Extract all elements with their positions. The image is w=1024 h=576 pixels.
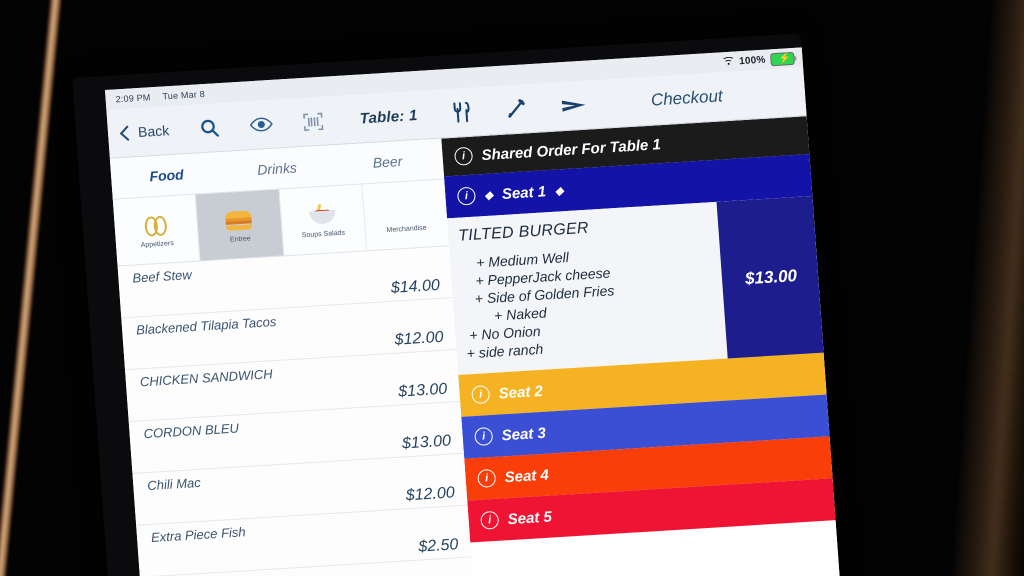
diamond-left-icon: ◆ <box>484 189 494 202</box>
info-icon[interactable]: i <box>456 186 477 206</box>
info-icon[interactable]: i <box>453 146 474 166</box>
back-button-label: Back <box>137 122 170 141</box>
menu-item-price: $12.00 <box>394 328 445 349</box>
battery-percent-label: 100% <box>738 54 766 67</box>
menu-item-price: $2.50 <box>417 536 459 556</box>
seat-label: Seat 4 <box>504 466 550 487</box>
menu-item-name: Chili Mac <box>146 474 202 494</box>
info-icon[interactable]: i <box>480 511 500 531</box>
order-item-price: $13.00 <box>716 195 826 359</box>
tablet-screen: 2:09 PM Tue Mar 8 100% ⚡ Back Table: 1 C… <box>104 47 841 576</box>
category-merchandise[interactable]: Merchandise <box>362 179 449 250</box>
soup-bowl-icon <box>308 200 336 230</box>
status-date: Tue Mar 8 <box>162 88 206 102</box>
eye-icon[interactable] <box>249 116 273 133</box>
category-label: Merchandise <box>386 224 427 235</box>
tab-beer[interactable]: Beer <box>332 151 444 174</box>
status-time: 2:09 PM <box>115 92 151 105</box>
tab-drinks[interactable]: Drinks <box>221 157 333 180</box>
back-button[interactable]: Back <box>119 122 170 141</box>
info-icon[interactable]: i <box>477 469 497 489</box>
menu-item-price: $14.00 <box>390 276 441 297</box>
menu-pane: Food Drinks Beer Appetizers Entree Soups… <box>109 138 476 576</box>
info-icon[interactable]: i <box>474 427 494 447</box>
fork-knife-icon[interactable] <box>451 101 473 124</box>
main-content: Food Drinks Beer Appetizers Entree Soups… <box>109 116 841 576</box>
wifi-icon <box>721 56 735 68</box>
chevron-left-icon <box>119 124 136 141</box>
menu-item-name: CORDON BLEU <box>143 420 240 442</box>
screenshot-stage: 2:09 PM Tue Mar 8 100% ⚡ Back Table: 1 C… <box>0 0 1024 576</box>
diamond-right-icon: ◆ <box>554 184 564 198</box>
menu-item-name: CHICKEN SANDWICH <box>139 366 274 390</box>
menu-item-price: $12.00 <box>405 484 456 505</box>
info-icon[interactable]: i <box>471 385 491 405</box>
menu-item-name: Extra Piece Fish <box>150 524 247 545</box>
menu-item-name: Beef Stew <box>131 267 193 286</box>
order-item-name: TILTED BURGER <box>457 219 590 245</box>
checkout-button[interactable]: Checkout <box>650 86 723 110</box>
category-label: Appetizers <box>140 240 175 250</box>
menu-item-price: $13.00 <box>397 380 448 401</box>
search-icon[interactable] <box>198 117 220 139</box>
category-label: Entree <box>229 235 251 244</box>
order-item-modifiers: + Medium Well + PepperJack cheese + Side… <box>460 240 727 363</box>
order-item-details: TILTED BURGER + Medium Well + PepperJack… <box>447 202 728 376</box>
seat-label: Seat 3 <box>501 424 547 445</box>
menu-item-name: Blackened Tilapia Tacos <box>135 313 277 338</box>
table-label: Table: 1 <box>359 106 418 127</box>
category-entree[interactable]: Entree <box>195 189 284 261</box>
menu-item-price: $13.00 <box>401 432 452 453</box>
category-soups-salads[interactable]: Soups Salads <box>279 184 367 256</box>
seat-label: Seat 5 <box>507 508 553 529</box>
merchandise-icon <box>404 196 406 224</box>
seat-label: Seat 1 <box>501 182 547 203</box>
seat-label: Seat 2 <box>498 382 544 403</box>
tablet-device: 2:09 PM Tue Mar 8 100% ⚡ Back Table: 1 C… <box>72 33 841 576</box>
order-item-row[interactable]: TILTED BURGER + Medium Well + PepperJack… <box>446 195 826 376</box>
shared-order-label: Shared Order For Table 1 <box>480 135 662 164</box>
barcode-scan-icon[interactable] <box>302 110 324 132</box>
category-label: Soups Salads <box>301 229 346 240</box>
order-pane: i Shared Order For Table 1 i ◆ Seat 1 ◆ … <box>441 116 841 576</box>
pretzel-icon <box>144 211 168 240</box>
menu-item-list[interactable]: Beef Stew $14.00 Blackened Tilapia Tacos… <box>117 246 476 576</box>
tab-food[interactable]: Food <box>111 164 223 187</box>
send-arrow-icon[interactable] <box>560 96 587 116</box>
burger-icon <box>225 205 253 235</box>
category-appetizers[interactable]: Appetizers <box>112 194 201 266</box>
battery-charging-icon: ⚡ <box>769 51 795 66</box>
pencil-icon[interactable] <box>504 97 528 120</box>
